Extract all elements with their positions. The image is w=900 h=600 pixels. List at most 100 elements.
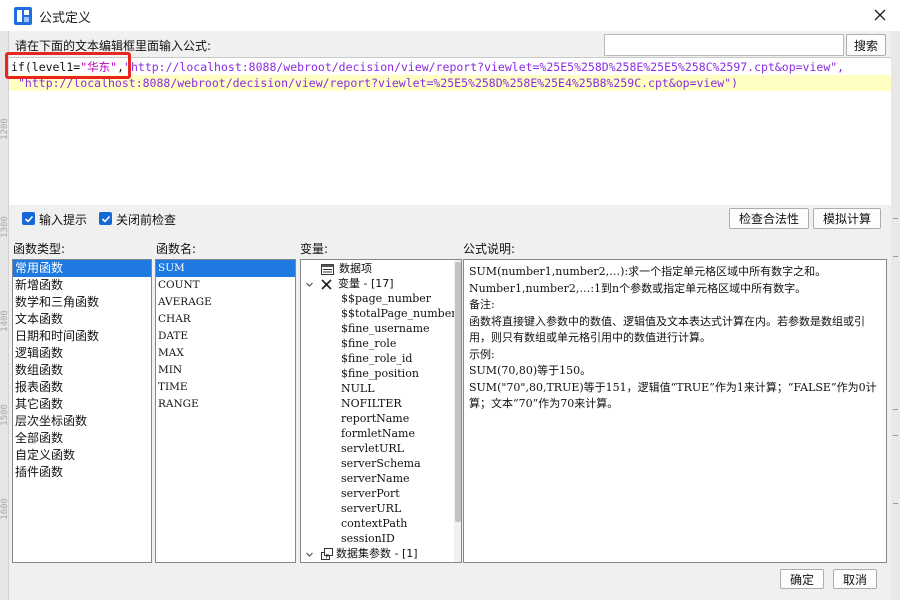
tree-leaf[interactable]: contextPath [301,516,461,531]
function-name-list[interactable]: SUM COUNT AVERAGE CHAR DATE MAX MIN TIME… [155,259,296,563]
list-item[interactable]: 日期和时间函数 [13,328,151,345]
list-item[interactable]: 层次坐标函数 [13,413,151,430]
variable-icon [321,278,332,290]
tree-leaf[interactable]: serverURL [301,501,461,516]
tree-leaf[interactable]: $fine_username [301,321,461,336]
list-item[interactable]: MIN [156,362,295,379]
tree-leaf[interactable]: sessionID [301,531,461,546]
description-line: 函数将直接键入参数中的数值、逻辑值及文本表达式计算在内。若参数是数组或引用，则只… [469,314,865,345]
ruler-tick [893,435,898,436]
search-input[interactable] [604,34,844,56]
list-item[interactable]: COUNT [156,277,295,294]
list-item[interactable]: MAX [156,345,295,362]
formula-description: SUM(number1,number2,…):求一个指定单元格区域中所有数字之和… [463,259,887,563]
ruler-label: 1600 [0,498,10,520]
tree-node-dataset-params[interactable]: P 数据集参数 - [1] [301,546,461,561]
list-item[interactable]: 其它函数 [13,396,151,413]
table-icon [321,263,334,275]
window-title: 公式定义 [39,11,92,26]
ok-button[interactable]: 确定 [780,569,824,589]
tree-leaf[interactable]: servletURL [301,441,461,456]
description-text: SUM(number1,number2,…):求一个指定单元格区域中所有数字之和… [469,264,881,413]
check-validity-button[interactable]: 检查合法性 [729,208,809,229]
list-item[interactable]: SUM [156,260,295,277]
list-item[interactable]: 新增函数 [13,277,151,294]
input-hint-label[interactable]: 输入提示 [39,211,87,228]
tree-leaf[interactable]: $$totalPage_number [301,306,461,321]
formula-editor[interactable]: if(level1="华东","http://localhost:8088/we… [9,57,891,205]
tree-leaf[interactable]: $$page_number [301,291,461,306]
input-hint-checkbox[interactable] [22,212,35,225]
function-type-list[interactable]: 常用函数 新增函数 数学和三角函数 文本函数 日期和时间函数 逻辑函数 数组函数… [12,259,152,563]
list-item[interactable]: RANGE [156,396,295,413]
cancel-button[interactable]: 取消 [833,569,877,589]
close-button[interactable] [864,2,896,28]
ruler-tick [893,256,898,257]
scrollbar-thumb[interactable] [455,262,461,522]
tree-leaf[interactable]: reportName [301,411,461,426]
tree-leaf[interactable]: serverName [301,471,461,486]
tree-leaf[interactable]: NOFILTER [301,396,461,411]
simulate-button[interactable]: 模拟计算 [813,208,881,229]
background-strip [891,31,900,600]
vertical-scrollbar[interactable] [454,260,461,562]
svg-text:P: P [326,554,330,561]
list-item[interactable]: 全部函数 [13,430,151,447]
annotation-highlight-box [5,52,131,79]
ruler-label: 1400 [0,310,10,332]
ruler-tick [893,218,898,219]
tree-leaf[interactable]: serverSchema [301,456,461,471]
check-before-close-label[interactable]: 关闭前检查 [116,211,176,228]
dataset-param-icon: P [321,548,333,560]
tree-node-label: 数据项 [339,262,372,275]
search-button[interactable]: 搜索 [846,34,886,56]
tree-leaf[interactable]: NULL [301,381,461,396]
title-bar: 公式定义 [0,0,900,31]
ruler-tick [893,503,898,504]
ruler-label: 1300 [0,216,10,238]
list-item[interactable]: CHAR [156,311,295,328]
tree-leaf[interactable]: $fine_role_id [301,351,461,366]
list-item[interactable]: 插件函数 [13,464,151,481]
code-token-url-1: "http://localhost:8088/webroot/decision/… [124,60,845,74]
list-item[interactable]: DATE [156,328,295,345]
list-item[interactable]: 数组函数 [13,362,151,379]
tree-node-variables[interactable]: 变量 - [17] [301,276,461,291]
tree-node-label: 变量 - [17] [338,277,394,290]
description-line: SUM(number1,number2,…):求一个指定单元格区域中所有数字之和… [469,265,827,278]
list-item[interactable]: 文本函数 [13,311,151,328]
variable-tree[interactable]: 数据项 变量 - [17] $$page_number $$totalPage_… [300,259,462,563]
list-item[interactable]: 常用函数 [13,260,151,277]
function-name-header: 函数名: [156,242,197,256]
tree-leaf[interactable]: $fine_role [301,336,461,351]
list-item[interactable]: AVERAGE [156,294,295,311]
function-type-header: 函数类型: [13,242,66,256]
tree-leaf[interactable]: serverPort [301,486,461,501]
list-item[interactable]: TIME [156,379,295,396]
check-before-close-checkbox[interactable] [99,212,112,225]
variable-header: 变量: [300,242,329,256]
ruler-tick [893,409,898,410]
description-line: SUM(70,80)等于150。 [469,364,592,377]
code-line-1: if(level1="华东","http://localhost:8088/we… [11,59,844,75]
tree-leaf[interactable]: $fine_position [301,366,461,381]
tree-node-label: 数据集参数 - [1] [336,547,418,560]
checkmark-icon [24,215,33,223]
tree-node-data-item[interactable]: 数据项 [301,261,461,276]
chevron-down-icon[interactable] [305,280,314,289]
list-item[interactable]: 报表函数 [13,379,151,396]
close-icon [874,9,886,21]
description-line: Number1,number2,…:1到n个参数或指定单元格区域中所有数字。 [469,281,807,295]
description-line: 备注: [469,298,495,311]
description-header: 公式说明: [463,242,516,256]
checkmark-icon [101,215,110,223]
app-icon [14,7,32,25]
list-item[interactable]: 自定义函数 [13,447,151,464]
ruler-label: 1500 [0,404,10,426]
description-line: SUM("70",80,TRUE)等于151，逻辑值“TRUE”作为1来计算；“… [469,380,877,411]
chevron-down-icon[interactable] [305,550,314,559]
list-item[interactable]: 逻辑函数 [13,345,151,362]
description-line: 示例: [469,347,495,361]
tree-leaf[interactable]: formletName [301,426,461,441]
list-item[interactable]: 数学和三角函数 [13,294,151,311]
